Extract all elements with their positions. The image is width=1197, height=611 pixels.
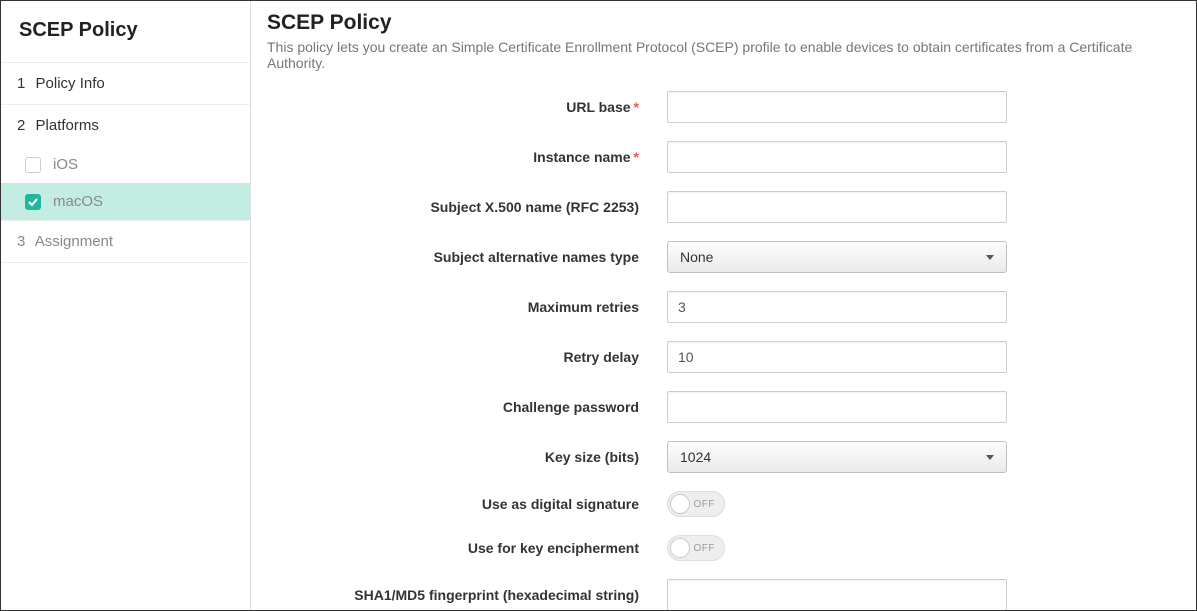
step-policy-info[interactable]: 1 Policy Info <box>1 62 250 104</box>
input-retry-delay[interactable] <box>667 341 1007 373</box>
platform-label: iOS <box>53 156 78 173</box>
platform-label: macOS <box>53 193 103 210</box>
select-value: 1024 <box>680 449 711 465</box>
checkbox-icon <box>25 157 41 173</box>
label-max-retries: Maximum retries <box>267 299 667 315</box>
input-instance-name[interactable] <box>667 141 1007 173</box>
input-subject-x500[interactable] <box>667 191 1007 223</box>
platform-macos[interactable]: macOS <box>1 183 250 220</box>
page-description: This policy lets you create an Simple Ce… <box>267 39 1180 71</box>
select-san-type[interactable]: None <box>667 241 1007 273</box>
main-content: SCEP Policy This policy lets you create … <box>251 1 1196 610</box>
step-platforms[interactable]: 2 Platforms <box>1 104 250 146</box>
step-label: Policy Info <box>36 75 105 92</box>
input-fingerprint[interactable] <box>667 579 1007 610</box>
label-key-size: Key size (bits) <box>267 449 667 465</box>
checkbox-checked-icon <box>25 194 41 210</box>
toggle-digital-sig[interactable]: OFF <box>667 491 725 517</box>
toggle-knob <box>670 494 690 514</box>
step-label: Platforms <box>36 117 99 134</box>
chevron-down-icon <box>986 455 994 460</box>
step-num: 2 <box>17 117 25 134</box>
toggle-state: OFF <box>694 499 716 510</box>
label-url-base: URL base* <box>267 99 667 115</box>
label-key-enc: Use for key encipherment <box>267 540 667 556</box>
label-challenge-pw: Challenge password <box>267 399 667 415</box>
select-key-size[interactable]: 1024 <box>667 441 1007 473</box>
toggle-knob <box>670 538 690 558</box>
label-san-type: Subject alternative names type <box>267 249 667 265</box>
platform-ios[interactable]: iOS <box>1 146 250 183</box>
step-num: 3 <box>17 233 25 250</box>
step-assignment[interactable]: 3 Assignment <box>1 220 250 263</box>
label-digital-sig: Use as digital signature <box>267 496 667 512</box>
step-num: 1 <box>17 75 25 92</box>
label-subject-x500: Subject X.500 name (RFC 2253) <box>267 199 667 215</box>
toggle-key-enc[interactable]: OFF <box>667 535 725 561</box>
sidebar-title: SCEP Policy <box>1 1 250 62</box>
select-value: None <box>680 249 713 265</box>
step-label: Assignment <box>35 233 113 250</box>
page-title: SCEP Policy <box>267 11 1180 35</box>
label-instance-name: Instance name* <box>267 149 667 165</box>
input-url-base[interactable] <box>667 91 1007 123</box>
label-retry-delay: Retry delay <box>267 349 667 365</box>
chevron-down-icon <box>986 255 994 260</box>
sidebar: SCEP Policy 1 Policy Info 2 Platforms iO… <box>1 1 251 610</box>
input-max-retries[interactable] <box>667 291 1007 323</box>
input-challenge-pw[interactable] <box>667 391 1007 423</box>
label-fingerprint: SHA1/MD5 fingerprint (hexadecimal string… <box>267 587 667 603</box>
toggle-state: OFF <box>694 543 716 554</box>
